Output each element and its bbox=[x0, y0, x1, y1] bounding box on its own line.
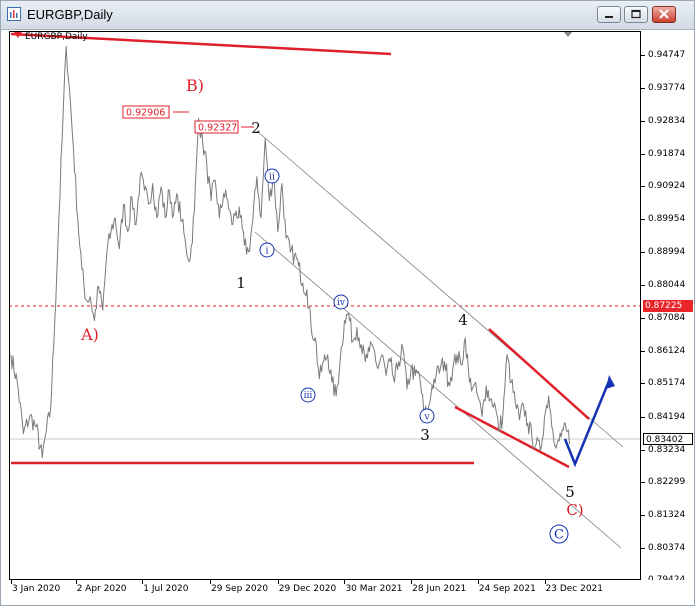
x-tick-label: 23 Dec 2021 bbox=[545, 584, 604, 594]
close-button[interactable] bbox=[652, 6, 676, 23]
x-tick-label: 3 Jan 2020 bbox=[12, 584, 61, 594]
wave-label: iv bbox=[337, 298, 346, 308]
wave-labels: B)A)21345C)Ciiiiiiivv bbox=[80, 76, 584, 544]
y-tick-label: 0.88044 bbox=[648, 279, 686, 290]
x-tick-label: 24 Sep 2021 bbox=[478, 584, 536, 594]
y-tick-label: 0.93774 bbox=[648, 83, 686, 94]
y-tick-label: 0.85174 bbox=[648, 378, 686, 389]
x-tick-label: 29 Dec 2020 bbox=[278, 584, 337, 594]
wave-label: v bbox=[423, 411, 430, 422]
y-tick-mark bbox=[641, 350, 645, 352]
wave-label: 5 bbox=[565, 483, 575, 501]
chart-app-icon bbox=[7, 7, 21, 21]
y-tick-mark bbox=[641, 449, 645, 451]
symbol-marker-icon bbox=[14, 32, 22, 38]
y-tick-label: 0.83234 bbox=[648, 444, 686, 455]
y-tick-label: 0.88994 bbox=[648, 247, 686, 258]
window-title: EURGBP,Daily bbox=[27, 7, 113, 22]
close-icon bbox=[659, 9, 669, 19]
wave-label: B) bbox=[186, 76, 204, 95]
wedge-upper-line bbox=[488, 328, 590, 420]
y-tick-mark bbox=[641, 383, 645, 385]
wave-label: 2 bbox=[251, 119, 261, 137]
y-tick-label: 0.82299 bbox=[648, 476, 686, 487]
y-tick-label: 0.81324 bbox=[648, 510, 686, 521]
chart-symbol-label: EURGBP,Daily bbox=[25, 32, 88, 42]
wave-label: iii bbox=[304, 391, 313, 401]
wave-label: 3 bbox=[420, 426, 430, 444]
x-tick-label: 1 Jul 2020 bbox=[143, 584, 189, 594]
y-tick-mark bbox=[641, 515, 645, 517]
y-tick-mark bbox=[641, 416, 645, 418]
y-tick-label: 0.89954 bbox=[648, 214, 686, 225]
wave-label: i bbox=[265, 245, 268, 256]
y-tick-label: 0.94747 bbox=[648, 50, 686, 61]
wave-label: 4 bbox=[458, 311, 468, 329]
annotation-value-2: 0.92327 bbox=[198, 123, 237, 134]
title-bar[interactable]: EURGBP,Daily bbox=[1, 1, 694, 30]
corner-shift-icon[interactable] bbox=[563, 31, 573, 37]
x-tick-label: 29 Sep 2020 bbox=[211, 584, 269, 594]
minimize-button[interactable] bbox=[597, 6, 621, 23]
wave-label: ii bbox=[269, 171, 275, 182]
y-tick-mark bbox=[641, 481, 645, 483]
y-tick-mark bbox=[641, 252, 645, 254]
y-tick-label: 0.86124 bbox=[648, 345, 686, 356]
y-tick-mark bbox=[641, 547, 645, 549]
time-axis[interactable]: 3 Jan 2020 2 Apr 2020 1 Jul 2020 29 Sep 202… bbox=[1, 580, 694, 605]
y-tick-label: 0.84194 bbox=[648, 411, 686, 422]
y-tick-label: 0.91874 bbox=[648, 148, 686, 159]
chart-plot-area[interactable]: 0.92906 0.92327 B) A) 2 1 3 4 5 C) Ci ii iii iv v EU… bbox=[9, 31, 641, 580]
price-chart-svg[interactable]: 0.92906 0.92327 B)A)21345C)Ciiiiiiivv bbox=[9, 31, 641, 580]
wave-label: C) bbox=[566, 501, 583, 519]
maximize-button[interactable] bbox=[624, 6, 648, 23]
wedge-lower-line bbox=[454, 405, 570, 469]
y-tick-mark bbox=[641, 55, 645, 57]
price-axis[interactable]: 0.794240.803740.813240.822990.832340.841… bbox=[641, 31, 694, 585]
hline-price-label: 0.87225 bbox=[643, 300, 693, 312]
y-tick-label: 0.87084 bbox=[648, 312, 686, 323]
x-tick-label: 30 Mar 2021 bbox=[345, 584, 403, 594]
wave-label: 1 bbox=[236, 274, 246, 292]
y-tick-mark bbox=[641, 219, 645, 221]
y-tick-mark bbox=[641, 153, 645, 155]
y-tick-mark bbox=[641, 317, 645, 319]
y-tick-mark bbox=[641, 186, 645, 188]
y-tick-mark bbox=[641, 88, 645, 90]
annotation-value-1: 0.92906 bbox=[126, 108, 165, 119]
current-price-label: 0.83402 bbox=[643, 433, 693, 445]
maximize-icon bbox=[631, 9, 641, 19]
price-series-line bbox=[10, 45, 570, 459]
minimize-icon bbox=[605, 16, 613, 18]
wave-label: A) bbox=[80, 325, 99, 344]
y-tick-mark bbox=[641, 284, 645, 286]
projection-arrow bbox=[563, 380, 611, 468]
x-tick-label: 2 Apr 2020 bbox=[76, 584, 127, 594]
y-tick-mark bbox=[641, 120, 645, 122]
wave-label: C bbox=[554, 528, 564, 543]
y-tick-label: 0.90924 bbox=[648, 181, 686, 192]
x-tick-label: 28 Jun 2021 bbox=[412, 584, 467, 594]
y-tick-label: 0.80374 bbox=[648, 542, 686, 553]
chart-window: EURGBP,Daily 0.92906 0.92327 B) A) 2 1 3… bbox=[0, 0, 695, 606]
chart-symbol-header: EURGBP,Daily bbox=[14, 32, 88, 42]
y-tick-label: 0.92834 bbox=[648, 115, 686, 126]
